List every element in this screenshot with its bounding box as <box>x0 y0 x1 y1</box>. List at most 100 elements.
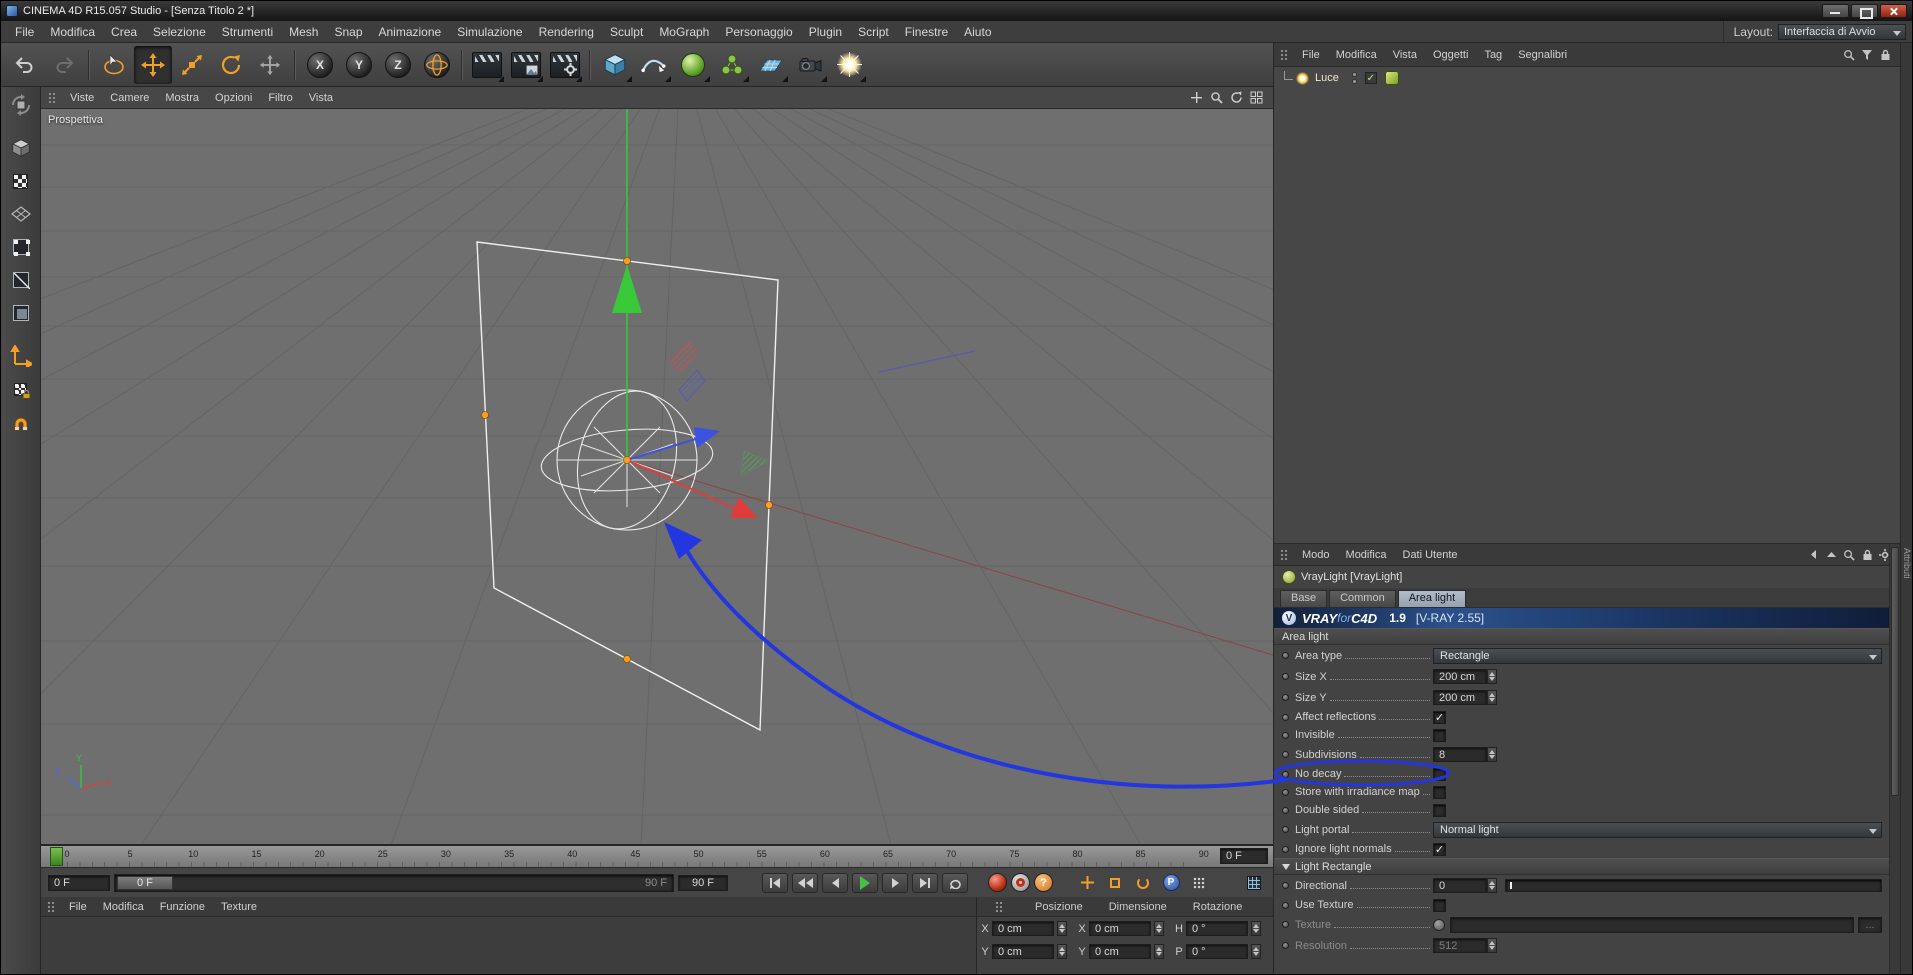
menu-item[interactable]: Snap <box>326 24 370 40</box>
floor-object-button[interactable] <box>752 46 790 84</box>
panel-grip[interactable] <box>47 900 56 913</box>
record-scale-button[interactable] <box>1103 872 1127 894</box>
menu-item[interactable]: File <box>7 24 42 40</box>
minimize-button[interactable] <box>1822 4 1849 18</box>
redo-button[interactable] <box>45 46 83 84</box>
object-manager-menu-item[interactable]: Modifica <box>1328 49 1385 61</box>
dim-y-stepper[interactable] <box>1154 944 1164 959</box>
editor-visibility-dot[interactable] <box>1351 72 1357 77</box>
texture-preview-button[interactable] <box>1433 918 1445 931</box>
record-keyframe-button[interactable] <box>988 873 1007 892</box>
anim-dot-icon[interactable] <box>1282 770 1289 778</box>
viewport-menu-item[interactable]: Viste <box>62 92 102 104</box>
toggle-views-button[interactable] <box>1248 90 1265 105</box>
z-axis-lock-button[interactable]: Z <box>379 46 417 84</box>
anim-dot-icon[interactable] <box>1282 806 1289 814</box>
panel-grip[interactable] <box>1280 48 1289 61</box>
menu-item[interactable]: MoGraph <box>651 24 717 40</box>
rot-h-input[interactable]: 0 ° <box>1186 921 1248 936</box>
anim-dot-icon[interactable] <box>1282 652 1289 659</box>
menu-item[interactable]: Plugin <box>801 24 850 40</box>
scale-tool-button[interactable] <box>173 46 211 84</box>
ignore-normals-checkbox[interactable]: ✓ <box>1433 842 1446 856</box>
rot-p-input[interactable]: 0 ° <box>1186 944 1248 959</box>
light-object-button[interactable] <box>830 46 868 84</box>
material-menu-item[interactable]: Funzione <box>152 901 213 913</box>
last-tool-button[interactable] <box>251 46 289 84</box>
object-name[interactable]: Luce <box>1312 72 1342 84</box>
size-y-stepper[interactable] <box>1487 690 1497 705</box>
render-view-button[interactable] <box>468 46 506 84</box>
render-visibility-dot[interactable] <box>1351 79 1357 84</box>
dim-x-stepper[interactable] <box>1154 921 1164 936</box>
zoom-view-button[interactable] <box>1208 90 1225 105</box>
polygons-mode-button[interactable] <box>4 298 38 328</box>
anim-dot-icon[interactable] <box>1282 713 1289 721</box>
live-selection-button[interactable] <box>95 46 133 84</box>
camera-object-button[interactable] <box>791 46 829 84</box>
lock-icon[interactable] <box>1878 48 1892 61</box>
play-button[interactable] <box>852 872 878 893</box>
goto-start-button[interactable] <box>762 872 788 893</box>
snap-button[interactable] <box>4 407 38 437</box>
texture-mode-button[interactable] <box>4 166 38 196</box>
visibility-toggles[interactable] <box>1351 72 1357 84</box>
area-type-dropdown[interactable]: Rectangle <box>1433 647 1882 664</box>
anim-dot-icon[interactable] <box>1282 751 1289 758</box>
record-position-button[interactable] <box>1075 872 1099 894</box>
panel-grip[interactable] <box>995 900 1004 913</box>
object-row-luce[interactable]: Luce ✓ <box>1274 67 1900 89</box>
anim-dot-icon[interactable] <box>1282 942 1289 949</box>
help-button[interactable]: ? <box>1034 873 1053 892</box>
directional-slider[interactable] <box>1505 879 1882 892</box>
dim-x-input[interactable]: 0 cm <box>1089 921 1151 936</box>
points-mode-button[interactable] <box>4 232 38 262</box>
use-texture-checkbox[interactable] <box>1433 898 1446 912</box>
dim-y-input[interactable]: 0 cm <box>1089 944 1151 959</box>
edges-mode-button[interactable] <box>4 265 38 295</box>
anim-dot-icon[interactable] <box>1282 901 1289 909</box>
anim-dot-icon[interactable] <box>1282 788 1289 796</box>
resolution-stepper[interactable] <box>1487 938 1497 953</box>
subdivision-surface-button[interactable] <box>674 46 712 84</box>
texture-path-input[interactable] <box>1450 916 1854 933</box>
record-parameter-button[interactable]: P <box>1159 872 1183 894</box>
rotate-view-button[interactable] <box>1228 90 1245 105</box>
attribute-menu-item[interactable]: Modo <box>1294 549 1338 561</box>
menu-item[interactable]: Animazione <box>371 24 450 40</box>
tab-area-light[interactable]: Area light <box>1397 590 1467 607</box>
vray-light-tag-icon[interactable] <box>1384 71 1399 85</box>
menu-item[interactable]: Finestre <box>897 24 956 40</box>
size-x-stepper[interactable] <box>1487 669 1497 684</box>
axis-mode-button[interactable] <box>4 341 38 371</box>
prev-key-button[interactable] <box>792 872 818 893</box>
pos-y-stepper[interactable] <box>1057 944 1067 959</box>
anim-dot-icon[interactable] <box>1282 882 1289 889</box>
menu-item[interactable]: Sculpt <box>602 24 651 40</box>
viewport-camera-label[interactable]: Prospettiva <box>48 114 103 126</box>
texture-axis-mode-button[interactable] <box>4 374 38 404</box>
menu-item[interactable]: Rendering <box>531 24 602 40</box>
viewport-menu-item[interactable]: Filtro <box>260 92 300 104</box>
viewport-menu-item[interactable]: Opzioni <box>207 92 260 104</box>
timeline-slider[interactable]: 0 F 90 F <box>114 873 674 892</box>
subdivisions-stepper[interactable] <box>1487 747 1497 762</box>
anim-dot-icon[interactable] <box>1282 845 1289 853</box>
cube-primitive-button[interactable] <box>596 46 634 84</box>
scrollbar-thumb[interactable] <box>1891 547 1899 797</box>
timeline-slider-handle[interactable]: 0 F <box>117 875 173 890</box>
range-end-input[interactable]: 90 F <box>678 874 728 891</box>
goto-end-button[interactable] <box>912 872 938 893</box>
current-frame-display[interactable]: 0 F <box>1220 848 1268 864</box>
array-object-button[interactable] <box>713 46 751 84</box>
menu-item[interactable]: Strumenti <box>214 24 281 40</box>
anim-dot-icon[interactable] <box>1282 694 1289 701</box>
pos-y-input[interactable]: 0 cm <box>992 944 1054 959</box>
menu-item[interactable]: Aiuto <box>956 24 999 40</box>
menu-item[interactable]: Personaggio <box>717 24 800 40</box>
menu-item[interactable]: Crea <box>103 24 145 40</box>
spline-pen-button[interactable] <box>635 46 673 84</box>
pos-x-input[interactable]: 0 cm <box>992 921 1054 936</box>
maximize-button[interactable] <box>1851 4 1878 19</box>
tab-common[interactable]: Common <box>1329 590 1396 607</box>
